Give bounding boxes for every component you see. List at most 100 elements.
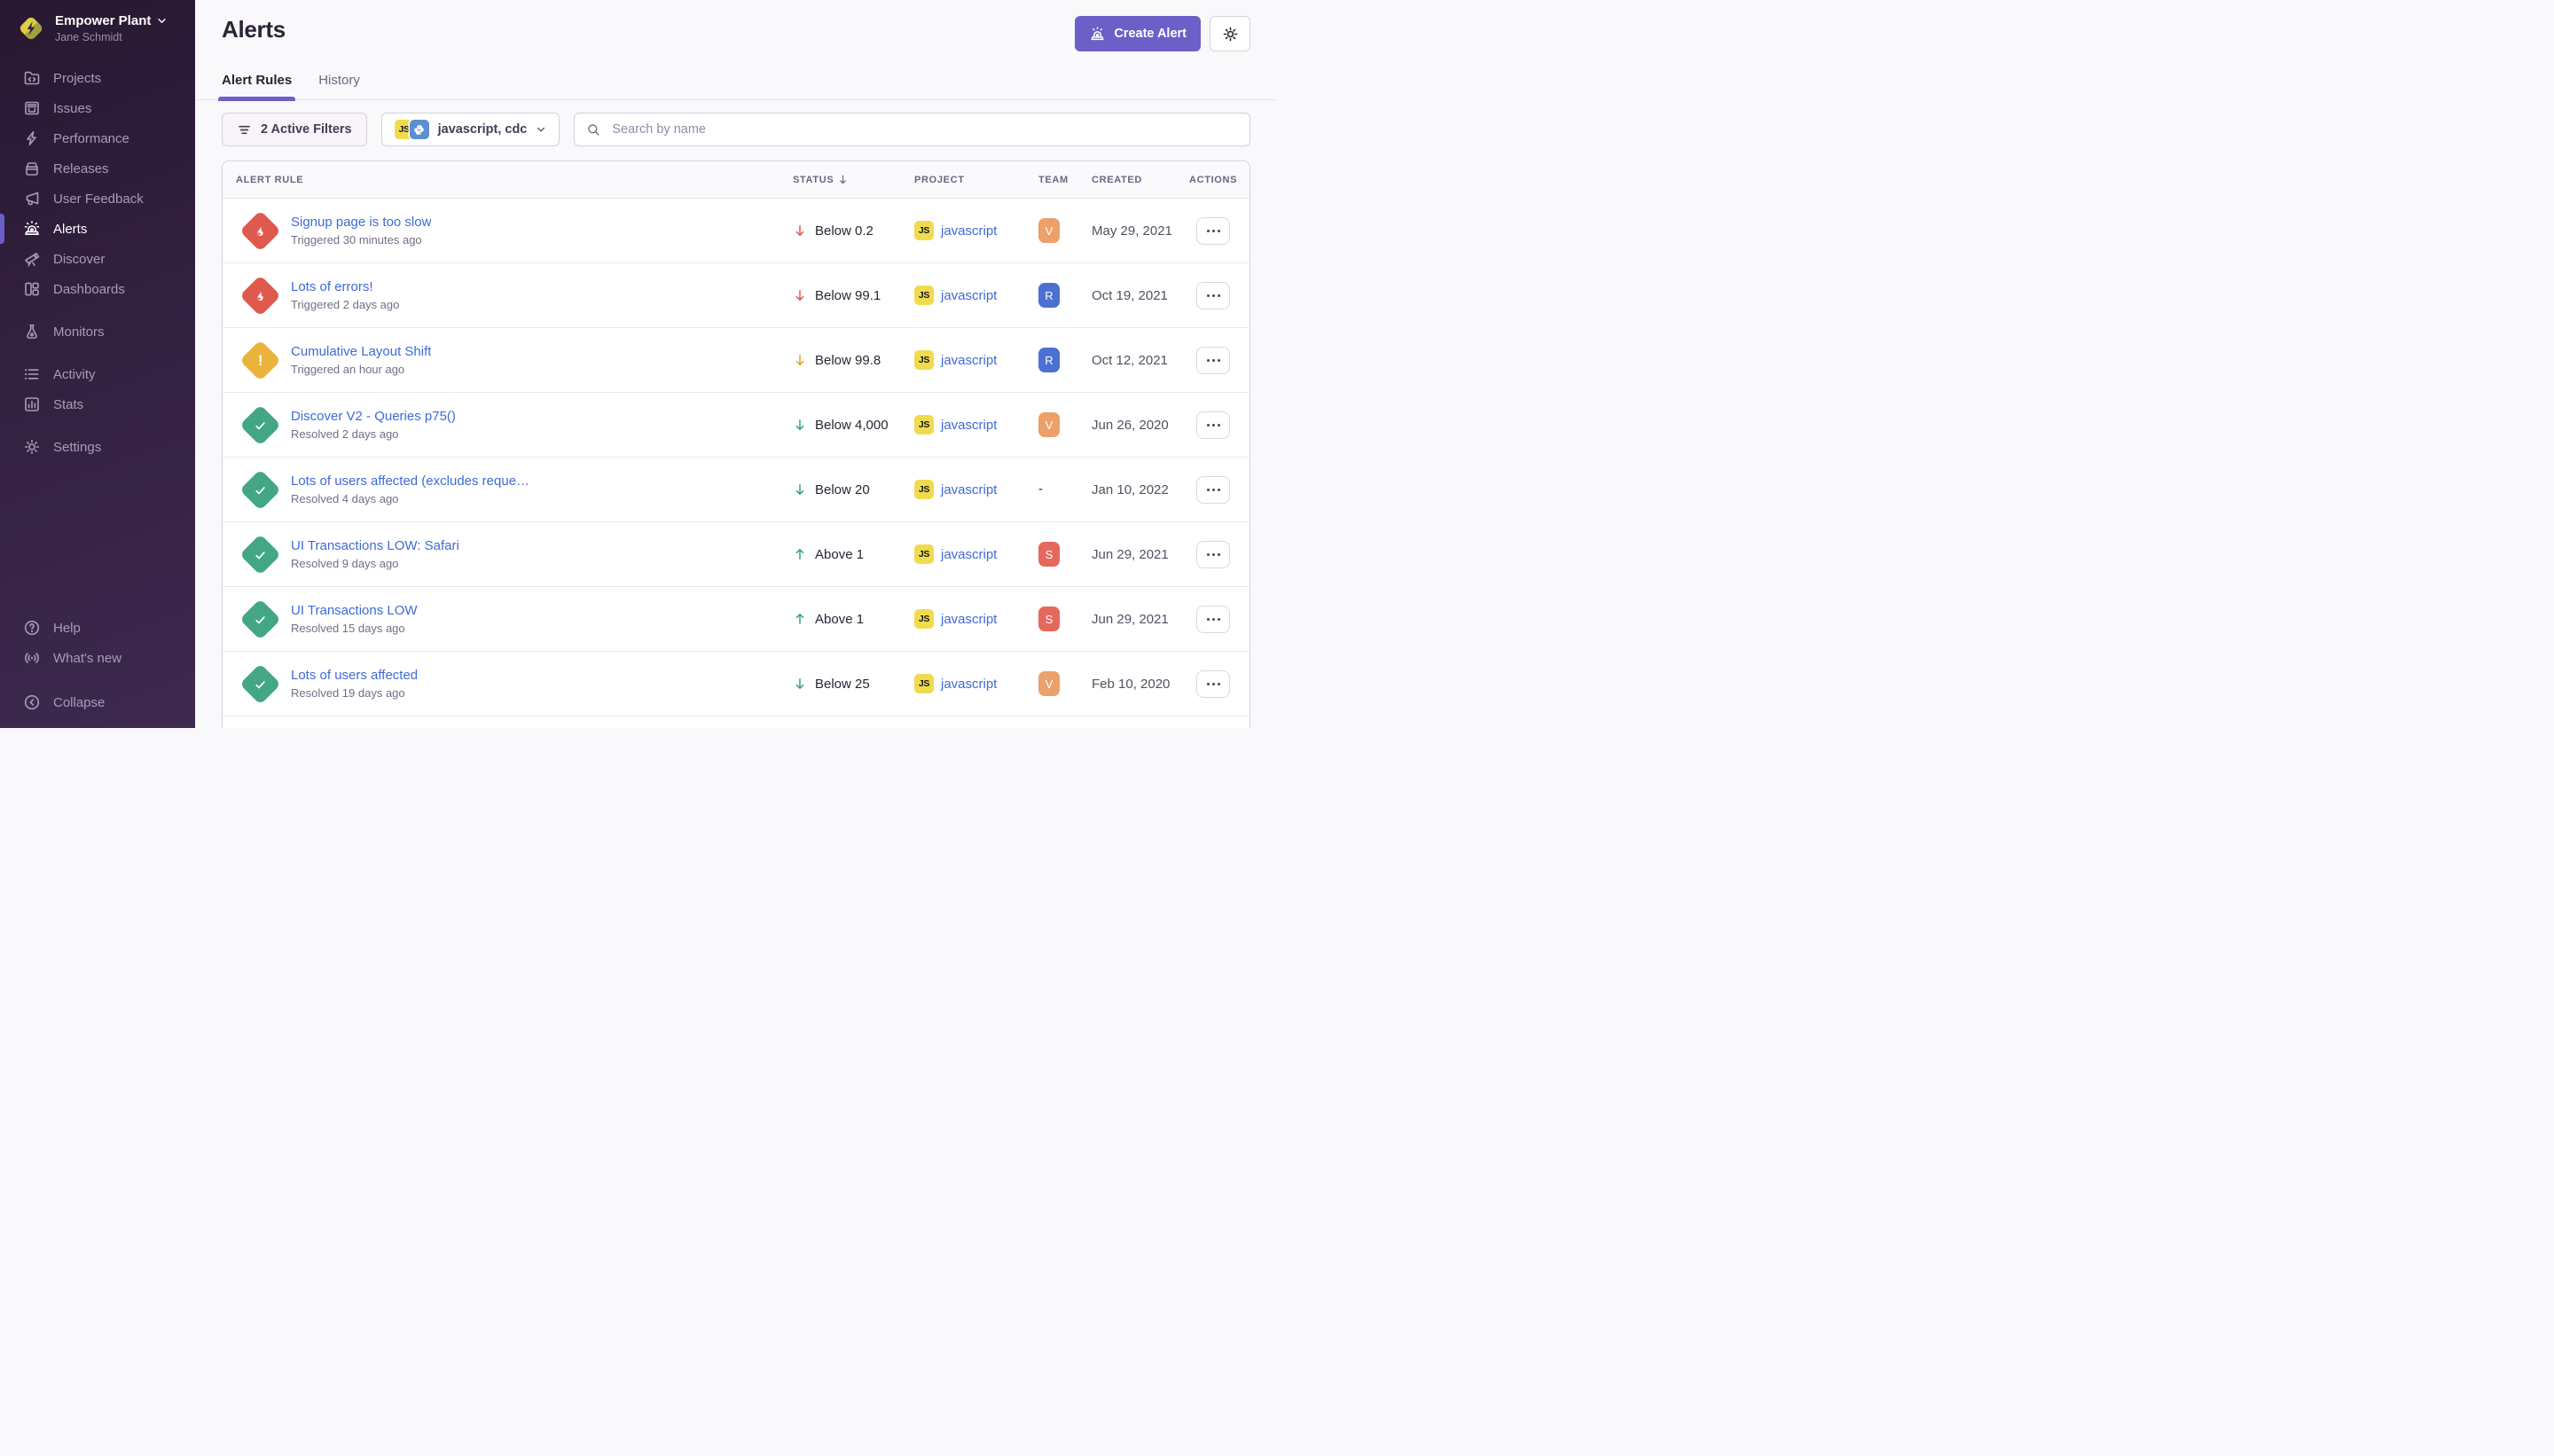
sidebar-item-stats[interactable]: Stats (0, 389, 195, 419)
active-filters-button[interactable]: 2 Active Filters (222, 113, 367, 146)
javascript-badge-icon: JS (914, 221, 934, 240)
alert-rule-detail: Resolved 2 days ago (291, 427, 456, 441)
alert-rule-link[interactable]: Signup page is too slow (291, 215, 431, 230)
sidebar: Empower Plant Jane Schmidt Projects Issue… (0, 0, 195, 728)
project-link[interactable]: javascript (941, 288, 997, 303)
alert-rule-detail: Resolved 9 days ago (291, 557, 459, 570)
created-date: Feb 10, 2020 (1092, 677, 1189, 692)
team-avatar: R (1038, 348, 1060, 372)
sidebar-item-monitors[interactable]: Monitors (0, 317, 195, 347)
sidebar-item-discover[interactable]: Discover (0, 244, 195, 274)
sidebar-item-label: Alerts (53, 222, 87, 237)
sidebar-item-activity[interactable]: Activity (0, 359, 195, 389)
alert-settings-button[interactable] (1210, 16, 1250, 51)
column-alert-rule: Alert Rule (223, 175, 793, 185)
table-body: Signup page is too slow Triggered 30 min… (223, 199, 1250, 716)
row-actions-button[interactable] (1196, 670, 1230, 698)
column-project: Project (914, 175, 1038, 185)
settings-icon (23, 438, 41, 456)
sidebar-item-releases[interactable]: Releases (0, 153, 195, 184)
filter-icon (237, 122, 252, 137)
sidebar-item-alerts[interactable]: Alerts (0, 214, 195, 244)
javascript-badge-icon: JS (914, 674, 934, 693)
project-link[interactable]: javascript (941, 677, 997, 692)
row-actions-button[interactable] (1196, 541, 1230, 568)
project-link[interactable]: javascript (941, 612, 997, 627)
tab-alert-rules[interactable]: Alert Rules (222, 66, 292, 99)
alert-rule-row: UI Transactions LOW Resolved 15 days ago… (223, 587, 1250, 652)
page-title: Alerts (222, 16, 286, 43)
project-link[interactable]: javascript (941, 482, 997, 497)
alert-rule-link[interactable]: Discover V2 - Queries p75() (291, 409, 456, 424)
chevron-down-icon (536, 124, 546, 135)
status-value: Below 20 (815, 482, 870, 497)
row-actions-button[interactable] (1196, 606, 1230, 633)
project-link[interactable]: javascript (941, 353, 997, 368)
row-actions-button[interactable] (1196, 217, 1230, 245)
projects-icon (23, 69, 41, 87)
alert-rule-row: Lots of users affected Resolved 19 days … (223, 652, 1250, 716)
trend-down-icon (793, 223, 807, 238)
team-none: - (1038, 481, 1043, 497)
alert-rule-row: Lots of users affected (excludes reque… … (223, 458, 1250, 522)
resolved-status-icon (239, 663, 281, 705)
project-selector[interactable]: JS javascript, cdc (381, 113, 560, 146)
alert-rule-detail: Triggered 2 days ago (291, 298, 399, 311)
alert-rule-detail: Triggered an hour ago (291, 363, 431, 376)
create-alert-button[interactable]: Create Alert (1075, 16, 1201, 51)
discover-icon (23, 250, 41, 268)
sidebar-item-performance[interactable]: Performance (0, 123, 195, 153)
team-avatar: R (1038, 283, 1060, 308)
alert-rule-link[interactable]: UI Transactions LOW: Safari (291, 538, 459, 553)
sidebar-item-projects[interactable]: Projects (0, 63, 195, 93)
dashboards-icon (23, 280, 41, 298)
status-value: Below 99.1 (815, 288, 881, 303)
whats-new-icon (23, 649, 41, 667)
sidebar-collapse-button[interactable]: Collapse (0, 687, 195, 717)
alert-rule-link[interactable]: UI Transactions LOW (291, 603, 418, 618)
sidebar-item-label: Issues (53, 101, 91, 116)
alerts-icon (23, 220, 41, 238)
alert-rule-detail: Triggered 30 minutes ago (291, 233, 431, 247)
sidebar-item-settings[interactable]: Settings (0, 432, 195, 462)
alert-rule-link[interactable]: Cumulative Layout Shift (291, 344, 431, 359)
javascript-badge-icon: JS (914, 415, 934, 434)
project-link[interactable]: javascript (941, 547, 997, 562)
org-switcher[interactable]: Empower Plant Jane Schmidt (0, 0, 195, 56)
sidebar-item-help[interactable]: Help (0, 613, 195, 643)
alert-rule-link[interactable]: Lots of users affected (291, 668, 418, 683)
trend-down-icon (793, 288, 807, 302)
row-actions-button[interactable] (1196, 282, 1230, 309)
search-input[interactable] (610, 121, 1238, 137)
alert-rule-detail: Resolved 15 days ago (291, 622, 418, 635)
created-date: Jun 29, 2021 (1092, 547, 1189, 562)
sidebar-item-what-s-new[interactable]: What's new (0, 643, 195, 673)
team-avatar: S (1038, 542, 1060, 567)
row-actions-button[interactable] (1196, 347, 1230, 374)
row-actions-button[interactable] (1196, 476, 1230, 504)
row-actions-button[interactable] (1196, 411, 1230, 439)
alert-rule-row: UI Transactions LOW: Safari Resolved 9 d… (223, 522, 1250, 587)
sidebar-item-user-feedback[interactable]: User Feedback (0, 184, 195, 214)
sidebar-item-issues[interactable]: Issues (0, 93, 195, 123)
chevron-down-icon (157, 16, 167, 26)
project-link[interactable]: javascript (941, 223, 997, 239)
sidebar-item-label: What's new (53, 651, 121, 666)
created-date: Jun 29, 2021 (1092, 612, 1189, 627)
column-status-sort[interactable]: Status (793, 174, 914, 185)
sidebar-item-label: Activity (53, 367, 96, 382)
team-avatar: S (1038, 607, 1060, 631)
alert-rule-link[interactable]: Lots of users affected (excludes reque… (291, 474, 529, 489)
project-link[interactable]: javascript (941, 418, 997, 433)
search-box (574, 113, 1250, 146)
sidebar-item-label: Help (53, 621, 81, 636)
alert-rule-link[interactable]: Lots of errors! (291, 279, 399, 294)
created-date: Oct 19, 2021 (1092, 288, 1189, 303)
trend-down-icon (793, 482, 807, 497)
sidebar-item-dashboards[interactable]: Dashboards (0, 274, 195, 304)
alert-rule-row: Lots of errors! Triggered 2 days ago Bel… (223, 263, 1250, 328)
resolved-status-icon (239, 469, 281, 511)
filter-bar: 2 Active Filters JS javascript, cdc (195, 100, 1277, 146)
tab-history[interactable]: History (318, 66, 360, 99)
resolved-status-icon (239, 404, 281, 446)
